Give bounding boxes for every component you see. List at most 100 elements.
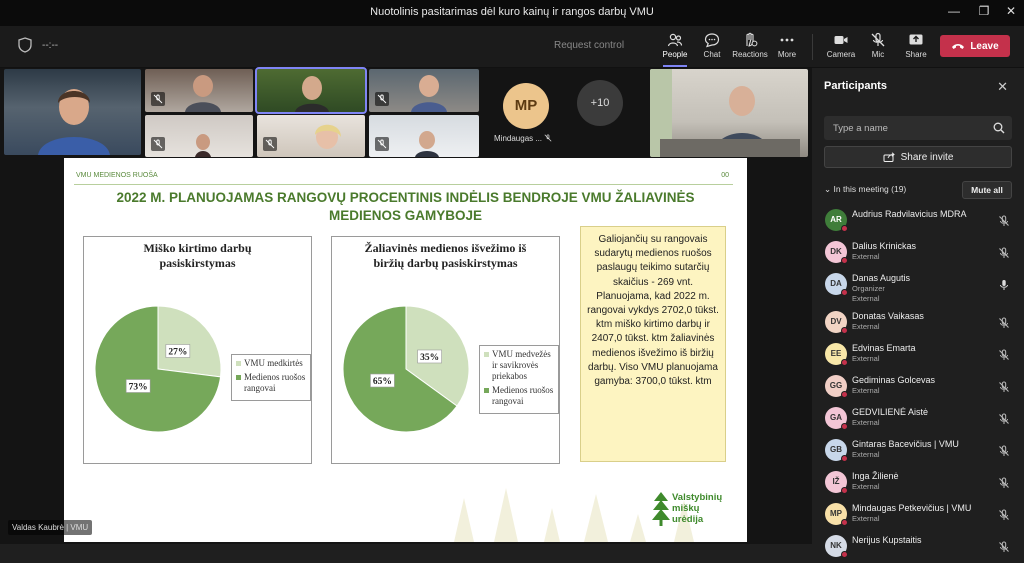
video-tile-5[interactable]: [145, 115, 253, 157]
maximize-button[interactable]: ❐: [974, 4, 994, 18]
data-label: 27%: [168, 348, 187, 358]
mic-off-icon: [998, 316, 1010, 334]
presence-badge: [841, 455, 848, 462]
in-meeting-toggle[interactable]: ⌄ In this meeting (19): [824, 184, 906, 195]
presence-badge: [841, 391, 848, 398]
slide-header-left: VMU MEDIENOS RUOŠA: [76, 172, 158, 179]
close-window-button[interactable]: ✕: [1001, 4, 1021, 18]
request-control-button[interactable]: Request control: [554, 40, 624, 51]
camera-label: Camera: [826, 50, 856, 59]
legend-label: Medienos ruošos rangovai: [492, 385, 554, 406]
participant-role: External: [852, 322, 880, 331]
share-invite-button[interactable]: Share invite: [824, 146, 1012, 168]
video-tile-speaker[interactable]: [4, 69, 141, 155]
mute-all-button[interactable]: Mute all: [962, 181, 1012, 199]
shield-icon: [18, 37, 32, 53]
people-label: People: [662, 50, 688, 59]
avatar: DA: [825, 273, 848, 296]
avatar: AR: [825, 209, 848, 232]
legend-swatch: [236, 375, 241, 380]
participant-role: External: [852, 450, 880, 459]
participant-row[interactable]: AR Audrius Radvilavicius MDRA: [812, 205, 1024, 237]
participant-row[interactable]: DV Donatas Vaikasas External: [812, 307, 1024, 339]
chart-legend: VMU medvežės ir savikrovės priekabos Med…: [479, 345, 559, 414]
search-icon: [993, 122, 1005, 134]
legend-swatch: [484, 388, 489, 393]
mic-off-icon: [998, 444, 1010, 462]
mic-button[interactable]: Mic: [858, 30, 898, 64]
participant-row[interactable]: NK Nerijus Kupstaitis: [812, 531, 1024, 563]
participant-row[interactable]: GA GEDVILIENĖ Aistė External: [812, 403, 1024, 435]
window-title: Nuotolinis pasitarimas dėl kuro kainų ir…: [370, 6, 654, 18]
participant-row[interactable]: MP Mindaugas Petkevičius | VMU External: [812, 499, 1024, 531]
chat-button[interactable]: Chat: [692, 30, 732, 64]
video-tile-7[interactable]: [369, 115, 479, 157]
data-label: 65%: [373, 377, 392, 387]
participant-role: External: [852, 386, 880, 395]
avatar[interactable]: MP: [503, 83, 549, 129]
muted-badge: [263, 137, 277, 151]
camera-button[interactable]: Camera: [821, 30, 861, 64]
info-note: Galiojančių su rangovais sudarytų medien…: [580, 226, 726, 462]
participant-role: External: [852, 418, 880, 427]
participant-role: Organizer: [852, 284, 885, 293]
leave-button[interactable]: Leave: [940, 35, 1010, 57]
participant-row[interactable]: EE Edvinas Emarta External: [812, 339, 1024, 371]
mic-off-icon: [153, 139, 163, 149]
toolbar-divider: [812, 34, 813, 60]
mic-off-icon: [544, 134, 552, 142]
video-tile-8[interactable]: [650, 69, 808, 157]
data-label: 73%: [129, 382, 148, 392]
participant-name: Audrius Radvilavicius MDRA: [852, 209, 967, 219]
video-tile-3[interactable]: [255, 67, 367, 114]
muted-badge: [151, 92, 165, 106]
people-button[interactable]: People: [655, 30, 695, 67]
participant-name: Edvinas Emarta: [852, 343, 916, 353]
participant-row[interactable]: DA Danas Augutis Organizer External: [812, 269, 1024, 307]
avatar: GG: [825, 375, 848, 398]
presence-badge: [841, 423, 848, 430]
search-input[interactable]: [824, 116, 974, 140]
participant-name: Inga Žilienė: [852, 471, 899, 481]
legend-item: Medienos ruošos rangovai: [484, 385, 554, 407]
avatar: NK: [825, 535, 848, 558]
video-tile-4[interactable]: [369, 69, 479, 112]
legend-label: VMU medvežės ir savikrovės priekabos: [492, 349, 551, 381]
participant-row[interactable]: DK Dalius Krinickas External: [812, 237, 1024, 269]
participant-name: Donatas Vaikasas: [852, 311, 924, 321]
presence-badge: [841, 487, 848, 494]
phone-hangup-icon: [952, 44, 965, 49]
participant-row[interactable]: GG Gediminas Golcevas External: [812, 371, 1024, 403]
share-screen-icon: [909, 34, 923, 45]
panel-title: Participants: [824, 80, 887, 92]
more-participants-button[interactable]: +10: [577, 80, 623, 126]
avatar-initials: GA: [830, 413, 842, 422]
mic-off-icon: [871, 32, 885, 47]
participant-video: [295, 76, 329, 112]
legend-item: VMU medkirtės: [236, 358, 306, 369]
video-stage: MP Mindaugas ... +10 VMU MEDIENOS RUOŠA …: [0, 67, 812, 544]
mic-off-icon: [998, 214, 1010, 232]
legend-swatch: [236, 361, 241, 366]
video-tile-2[interactable]: [145, 69, 253, 112]
participant-row[interactable]: IŽ Inga Žilienė External: [812, 467, 1024, 499]
presence-badge: [841, 519, 848, 526]
reactions-button[interactable]: Reactions: [730, 30, 770, 64]
share-label: Share: [905, 50, 927, 59]
chevron-down-icon: ⌄: [824, 184, 832, 194]
minimize-button[interactable]: —: [944, 4, 964, 18]
share-button[interactable]: Share: [896, 30, 936, 64]
share-icon: [883, 152, 895, 162]
video-tile-6[interactable]: [257, 115, 365, 157]
participant-role: External: [852, 514, 880, 523]
more-icon: [780, 38, 794, 42]
avatar: IŽ: [825, 471, 848, 494]
muted-badge: [151, 137, 165, 151]
more-button[interactable]: More: [767, 30, 807, 64]
participant-row[interactable]: GB Gintaras Bacevičius | VMU External: [812, 435, 1024, 467]
close-panel-button[interactable]: ✕: [997, 79, 1008, 95]
tile-name-text: Mindaugas ...: [494, 134, 543, 143]
avatar: GB: [825, 439, 848, 462]
pie-chart-svg: 27% 73%: [94, 305, 222, 433]
logo-text-line: Valstybinių: [672, 492, 723, 503]
